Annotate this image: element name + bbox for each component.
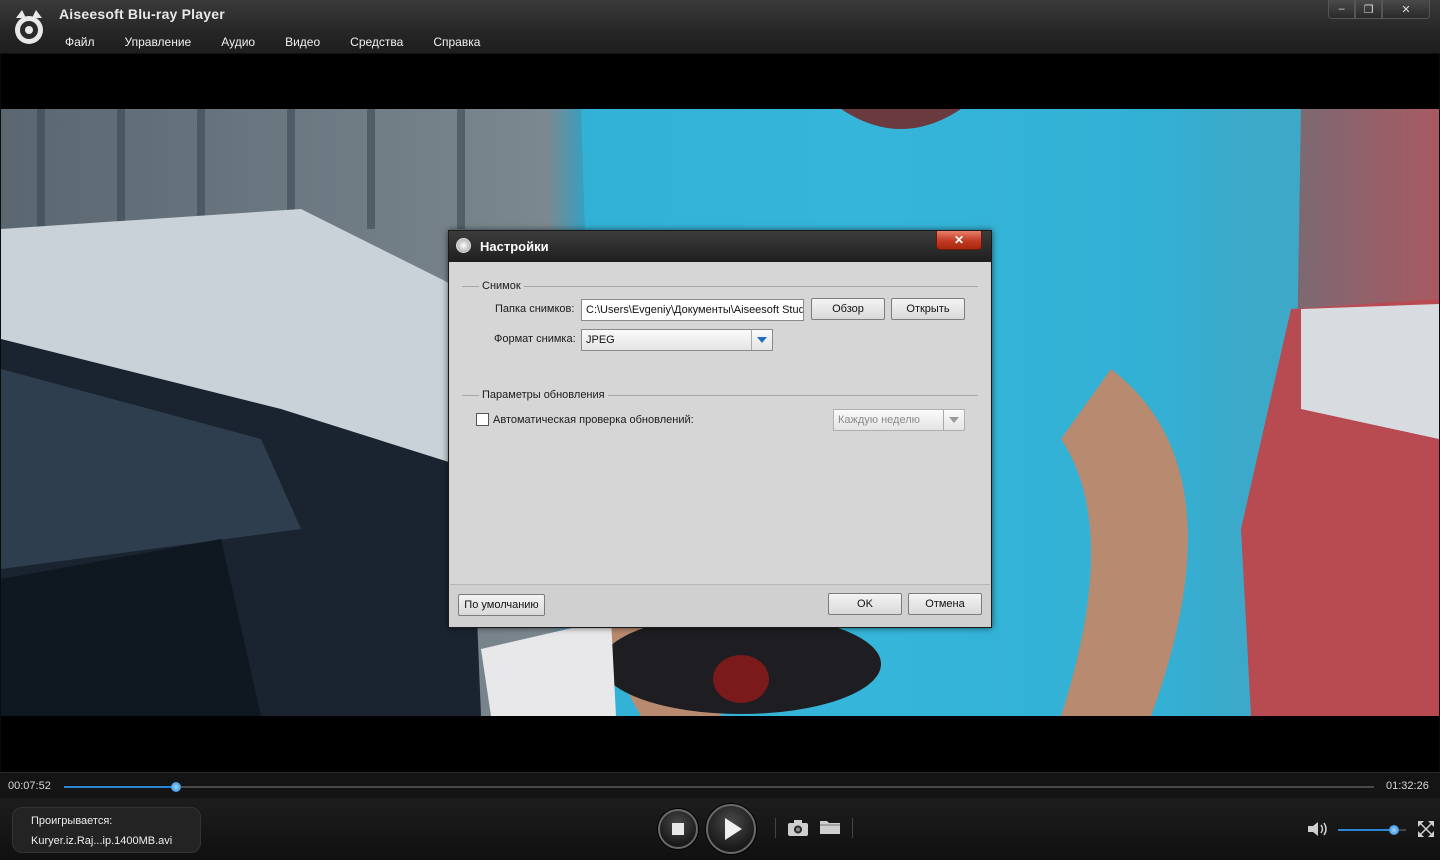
open-folder-button[interactable]: Открыть <box>891 298 965 320</box>
snapshot-group-label: Снимок <box>479 280 524 292</box>
play-button[interactable] <box>706 804 756 854</box>
ok-button[interactable]: OK <box>828 593 902 615</box>
restore-defaults-button[interactable]: По умолчанию <box>458 594 545 616</box>
seek-bar[interactable] <box>64 782 1374 792</box>
browse-button[interactable]: Обзор <box>811 298 885 320</box>
seek-bar-fill <box>64 786 176 788</box>
menu-help[interactable]: Справка <box>418 33 495 51</box>
menu-bar: Файл Управление Аудио Видео Средства Спр… <box>50 33 495 51</box>
volume-slider[interactable] <box>1338 825 1406 835</box>
dialog-body: Снимок Папка снимков: C:\Users\Evgeniy\Д… <box>450 262 990 584</box>
app-logo-icon <box>15 10 43 44</box>
close-button[interactable]: ✕ <box>1382 0 1430 19</box>
total-time: 01:32:26 <box>1386 780 1429 792</box>
now-playing-filename: Kuryer.iz.Raj...ip.1400MB.avi <box>31 835 173 847</box>
controls-bar: Проигрывается: Kuryer.iz.Raj...ip.1400MB… <box>0 798 1440 860</box>
volume-slider-fill <box>1338 829 1394 831</box>
chevron-down-icon <box>943 410 964 430</box>
menu-file[interactable]: Файл <box>50 33 110 51</box>
restore-button[interactable]: ❐ <box>1355 0 1382 19</box>
dialog-close-button[interactable]: ✕ <box>936 231 982 250</box>
volume-handle[interactable] <box>1388 825 1399 835</box>
dialog-footer: По умолчанию OK Отмена <box>450 584 990 626</box>
player-window: Aiseesoft Blu-ray Player Файл Управление… <box>0 0 1440 860</box>
snapshot-format-value: JPEG <box>586 334 615 346</box>
snapshot-folder-field[interactable]: C:\Users\Evgeniy\Документы\Aiseesoft Stu… <box>581 299 804 321</box>
stop-icon <box>672 823 684 835</box>
update-group-label: Параметры обновления <box>479 389 608 401</box>
snapshot-camera-icon[interactable] <box>787 819 809 837</box>
dialog-title: Настройки <box>480 239 549 254</box>
volume-icon[interactable] <box>1307 821 1329 837</box>
stop-button[interactable] <box>658 809 698 849</box>
current-time: 00:07:52 <box>8 780 51 792</box>
auto-update-label: Автоматическая проверка обновлений: <box>493 414 694 426</box>
snapshot-format-select[interactable]: JPEG <box>581 329 773 351</box>
chevron-down-icon <box>751 330 772 350</box>
window-controls: – ❐ ✕ <box>1328 0 1430 19</box>
now-playing-label: Проигрывается: <box>31 815 113 827</box>
snapshot-folder-icon[interactable] <box>819 818 841 836</box>
fullscreen-icon[interactable] <box>1417 820 1435 838</box>
snapshot-format-label: Формат снимка: <box>494 333 576 345</box>
update-frequency-select[interactable]: Каждую неделю <box>833 409 965 431</box>
menu-tools[interactable]: Средства <box>335 33 418 51</box>
separator <box>775 818 776 838</box>
menu-audio[interactable]: Аудио <box>206 33 270 51</box>
dialog-app-icon <box>456 238 471 253</box>
app-title: Aiseesoft Blu-ray Player <box>59 6 225 22</box>
group-divider <box>462 286 978 287</box>
menu-video[interactable]: Видео <box>270 33 335 51</box>
menu-control[interactable]: Управление <box>110 33 207 51</box>
settings-dialog: Настройки ✕ Снимок Папка снимков: C:\Use… <box>448 230 992 628</box>
dialog-title-bar: Настройки ✕ <box>449 231 991 262</box>
progress-row: 00:07:52 01:32:26 <box>0 772 1440 798</box>
play-icon <box>725 818 742 840</box>
separator <box>852 818 853 838</box>
cancel-button[interactable]: Отмена <box>908 593 982 615</box>
snapshot-folder-label: Папка снимков: <box>495 303 575 315</box>
auto-update-checkbox[interactable] <box>476 413 489 426</box>
minimize-button[interactable]: – <box>1328 0 1355 19</box>
seek-handle[interactable] <box>170 782 181 792</box>
now-playing-panel: Проигрывается: Kuryer.iz.Raj...ip.1400MB… <box>12 807 201 853</box>
title-bar: Aiseesoft Blu-ray Player Файл Управление… <box>0 0 1440 54</box>
update-frequency-value: Каждую неделю <box>838 414 920 426</box>
